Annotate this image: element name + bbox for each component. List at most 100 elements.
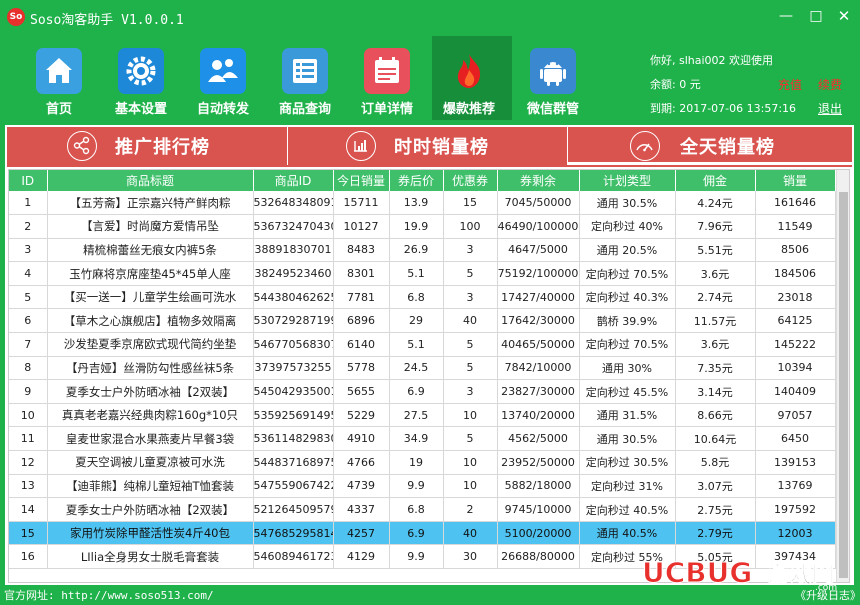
- column-header[interactable]: 券后价: [389, 170, 444, 191]
- cell-commission: 5.51元: [675, 238, 756, 263]
- cell-id: 1: [9, 191, 48, 216]
- cell-title: 真真老老嘉兴经典肉粽160g*10只: [47, 403, 254, 428]
- cell-plan-type: 定向秒过 55%: [579, 544, 676, 569]
- cell-coupon-price: 26.9: [389, 238, 444, 263]
- cell-commission: 3.6元: [675, 261, 756, 286]
- cell-coupon-price: 24.5: [389, 356, 444, 381]
- nav-item-auto-forward[interactable]: 自动转发: [186, 36, 266, 120]
- cell-id: 5: [9, 285, 48, 310]
- cell-coupon: 40: [443, 308, 498, 334]
- cell-plan-type: 通用 20.5%: [579, 238, 676, 263]
- cell-coupon: 100: [443, 214, 498, 239]
- nav-label: 首页: [45, 102, 72, 117]
- tab-realtime-sales[interactable]: 时时销量榜: [288, 127, 567, 165]
- tab-promotion-ranking[interactable]: 推广排行榜: [7, 127, 287, 165]
- table-row[interactable]: 16 LIlia全身男女士脱毛膏套装 546089461723 4129 9.9 30 26…: [9, 544, 836, 569]
- list-icon: [282, 48, 328, 94]
- cell-plan-type: 定向秒过 70.5%: [579, 332, 676, 357]
- table-row[interactable]: 7 沙发垫夏季京席欧式现代简约坐垫 546770568307 6140 5.1 5 4046…: [9, 332, 836, 357]
- cell-product-id: 536732470430: [253, 214, 334, 239]
- gear-icon: [118, 48, 164, 94]
- cell-coupon: 2: [443, 497, 498, 522]
- nav-item-settings[interactable]: 基本设置: [104, 36, 184, 120]
- title-bar[interactable]: So Soso淘客助手 V1.0.0.1 — □ ✕: [0, 0, 860, 34]
- cell-coupon-price: 13.9: [389, 191, 444, 216]
- column-header[interactable]: 今日销量: [333, 170, 390, 191]
- cell-plan-type: 定向秒过 40.3%: [579, 285, 676, 310]
- share-icon: [67, 131, 97, 161]
- cell-plan-type: 定向秒过 31%: [579, 474, 676, 499]
- cell-product-id: 546770568307: [253, 332, 334, 357]
- scrollbar-thumb[interactable]: [839, 192, 848, 578]
- cell-commission: 7.96元: [675, 214, 756, 239]
- cell-product-id: 547685295814: [253, 521, 334, 546]
- tab-allday-sales[interactable]: 全天销量榜: [568, 127, 852, 165]
- column-header[interactable]: 券剩余: [497, 170, 580, 191]
- table-row[interactable]: 12 夏天空调被儿童夏凉被可水洗 544837168975 4766 19 10 23952…: [9, 450, 836, 475]
- cell-coupon: 5: [443, 426, 498, 452]
- table-row[interactable]: 10 真真老老嘉兴经典肉粽160g*10只 535925691495 5229 27.5…: [9, 403, 836, 428]
- cell-coupon-remaining: 13740/20000: [497, 403, 580, 428]
- column-header[interactable]: 优惠券: [443, 170, 498, 191]
- cell-coupon-price: 6.8: [389, 285, 444, 310]
- table-row[interactable]: 8 【丹吉娅】丝滑防勾性感丝袜5条 37397573255 5778 24.5 5 7842…: [9, 356, 836, 381]
- table-row[interactable]: 15 家用竹炭除甲醛活性炭4斤40包 547685295814 4257 6.9 40 51…: [9, 521, 836, 546]
- cell-product-id: 530729287199: [253, 308, 334, 334]
- table-row[interactable]: 1 【五芳斋】正宗嘉兴特产鲜肉粽 532648348091 15711 13.9 15 70…: [9, 191, 836, 216]
- cell-coupon-price: 29: [389, 308, 444, 334]
- cell-coupon: 3: [443, 238, 498, 263]
- cell-sales: 23018: [755, 285, 836, 310]
- nav-item-hot-recommend[interactable]: 爆款推荐: [432, 36, 512, 120]
- product-table: ID 商品标题 商品ID 今日销量 券后价 优惠券 券剩余 计划类型 佣金 销量…: [9, 170, 836, 569]
- cell-title: 【五芳斋】正宗嘉兴特产鲜肉粽: [47, 191, 254, 216]
- close-button[interactable]: ✕: [832, 5, 856, 27]
- column-header[interactable]: 商品ID: [253, 170, 334, 191]
- android-icon: [530, 48, 576, 94]
- nav-label: 自动转发: [196, 102, 249, 117]
- cell-plan-type: 定向秒过 30.5%: [579, 450, 676, 475]
- nav-item-product-search[interactable]: 商品查询: [268, 36, 348, 120]
- cell-today-sales: 10127: [333, 214, 390, 239]
- column-header[interactable]: 计划类型: [579, 170, 676, 191]
- table-row[interactable]: 11 皇麦世家混合水果燕麦片早餐3袋 536114829830 4910 34.9 5 45…: [9, 426, 836, 452]
- table-row[interactable]: 14 夏季女士户外防晒冰袖【2双装】 521264509579 4337 6.8 2 974…: [9, 497, 836, 522]
- table-row[interactable]: 9 夏季女士户外防晒冰袖【2双装】 545042935001 5655 6.9 3 2382…: [9, 379, 836, 404]
- maximize-button[interactable]: □: [804, 5, 828, 27]
- website-link[interactable]: 官方网址: http://www.soso513.com/: [4, 587, 214, 603]
- cell-commission: 4.24元: [675, 191, 756, 216]
- nav-label: 爆款推荐: [442, 102, 495, 117]
- column-header[interactable]: 销量: [755, 170, 836, 191]
- table-row[interactable]: 6 【草木之心旗舰店】植物多效隔离 530729287199 6896 29 40 1764…: [9, 308, 836, 334]
- column-header[interactable]: 商品标题: [47, 170, 254, 191]
- calendar-icon: [364, 48, 410, 94]
- cell-commission: 8.66元: [675, 403, 756, 428]
- cell-id: 2: [9, 214, 48, 239]
- cell-product-id: 535925691495: [253, 403, 334, 428]
- cell-plan-type: 定向秒过 45.5%: [579, 379, 676, 404]
- logout-link[interactable]: 退出: [818, 100, 842, 117]
- expire-text: 到期: 2017-07-06 13:57:16: [650, 102, 797, 115]
- main-panel: 推广排行榜 时时销量榜 全天销量榜 ID 商品标题 商品ID 今日销量 券后价 …: [5, 125, 854, 585]
- cell-today-sales: 6896: [333, 308, 390, 334]
- table-row[interactable]: 5 【买一送一】儿童学生绘画可洗水 544380462625 7781 6.8 3 1742…: [9, 285, 836, 310]
- table-row[interactable]: 13 【迪菲熊】纯棉儿童短袖T恤套装 547559067422 4739 9.9 10 58…: [9, 474, 836, 499]
- recharge-link[interactable]: 充值: [778, 76, 802, 93]
- vertical-scrollbar[interactable]: [836, 170, 849, 582]
- table-row[interactable]: 2 【言爱】时尚魔方爱情吊坠 536732470430 10127 19.9 100 464…: [9, 214, 836, 239]
- column-header[interactable]: 佣金: [675, 170, 756, 191]
- nav-item-order-details[interactable]: 订单详情: [350, 36, 430, 120]
- nav-item-wechat-group[interactable]: 微信群管: [516, 36, 596, 120]
- update-log-link[interactable]: 《升级日志》: [795, 587, 860, 603]
- product-table-container[interactable]: ID 商品标题 商品ID 今日销量 券后价 优惠券 券剩余 计划类型 佣金 销量…: [8, 169, 850, 583]
- nav-item-home[interactable]: 首页: [22, 36, 102, 120]
- cell-plan-type: 通用 30%: [579, 356, 676, 381]
- minimize-button[interactable]: —: [774, 5, 798, 27]
- cell-today-sales: 8301: [333, 261, 390, 286]
- table-row[interactable]: 3 精梳棉蕾丝无痕女内裤5条 38891830701 8483 26.9 3 4647/50…: [9, 238, 836, 263]
- renew-link[interactable]: 续费: [818, 76, 842, 93]
- column-header[interactable]: ID: [9, 170, 48, 191]
- home-icon: [36, 48, 82, 94]
- cell-coupon-remaining: 23827/30000: [497, 379, 580, 404]
- table-row[interactable]: 4 玉竹麻将京席座垫45*45单人座 38249523460 8301 5.1 5 7519…: [9, 261, 836, 286]
- cell-coupon-remaining: 9745/10000: [497, 497, 580, 522]
